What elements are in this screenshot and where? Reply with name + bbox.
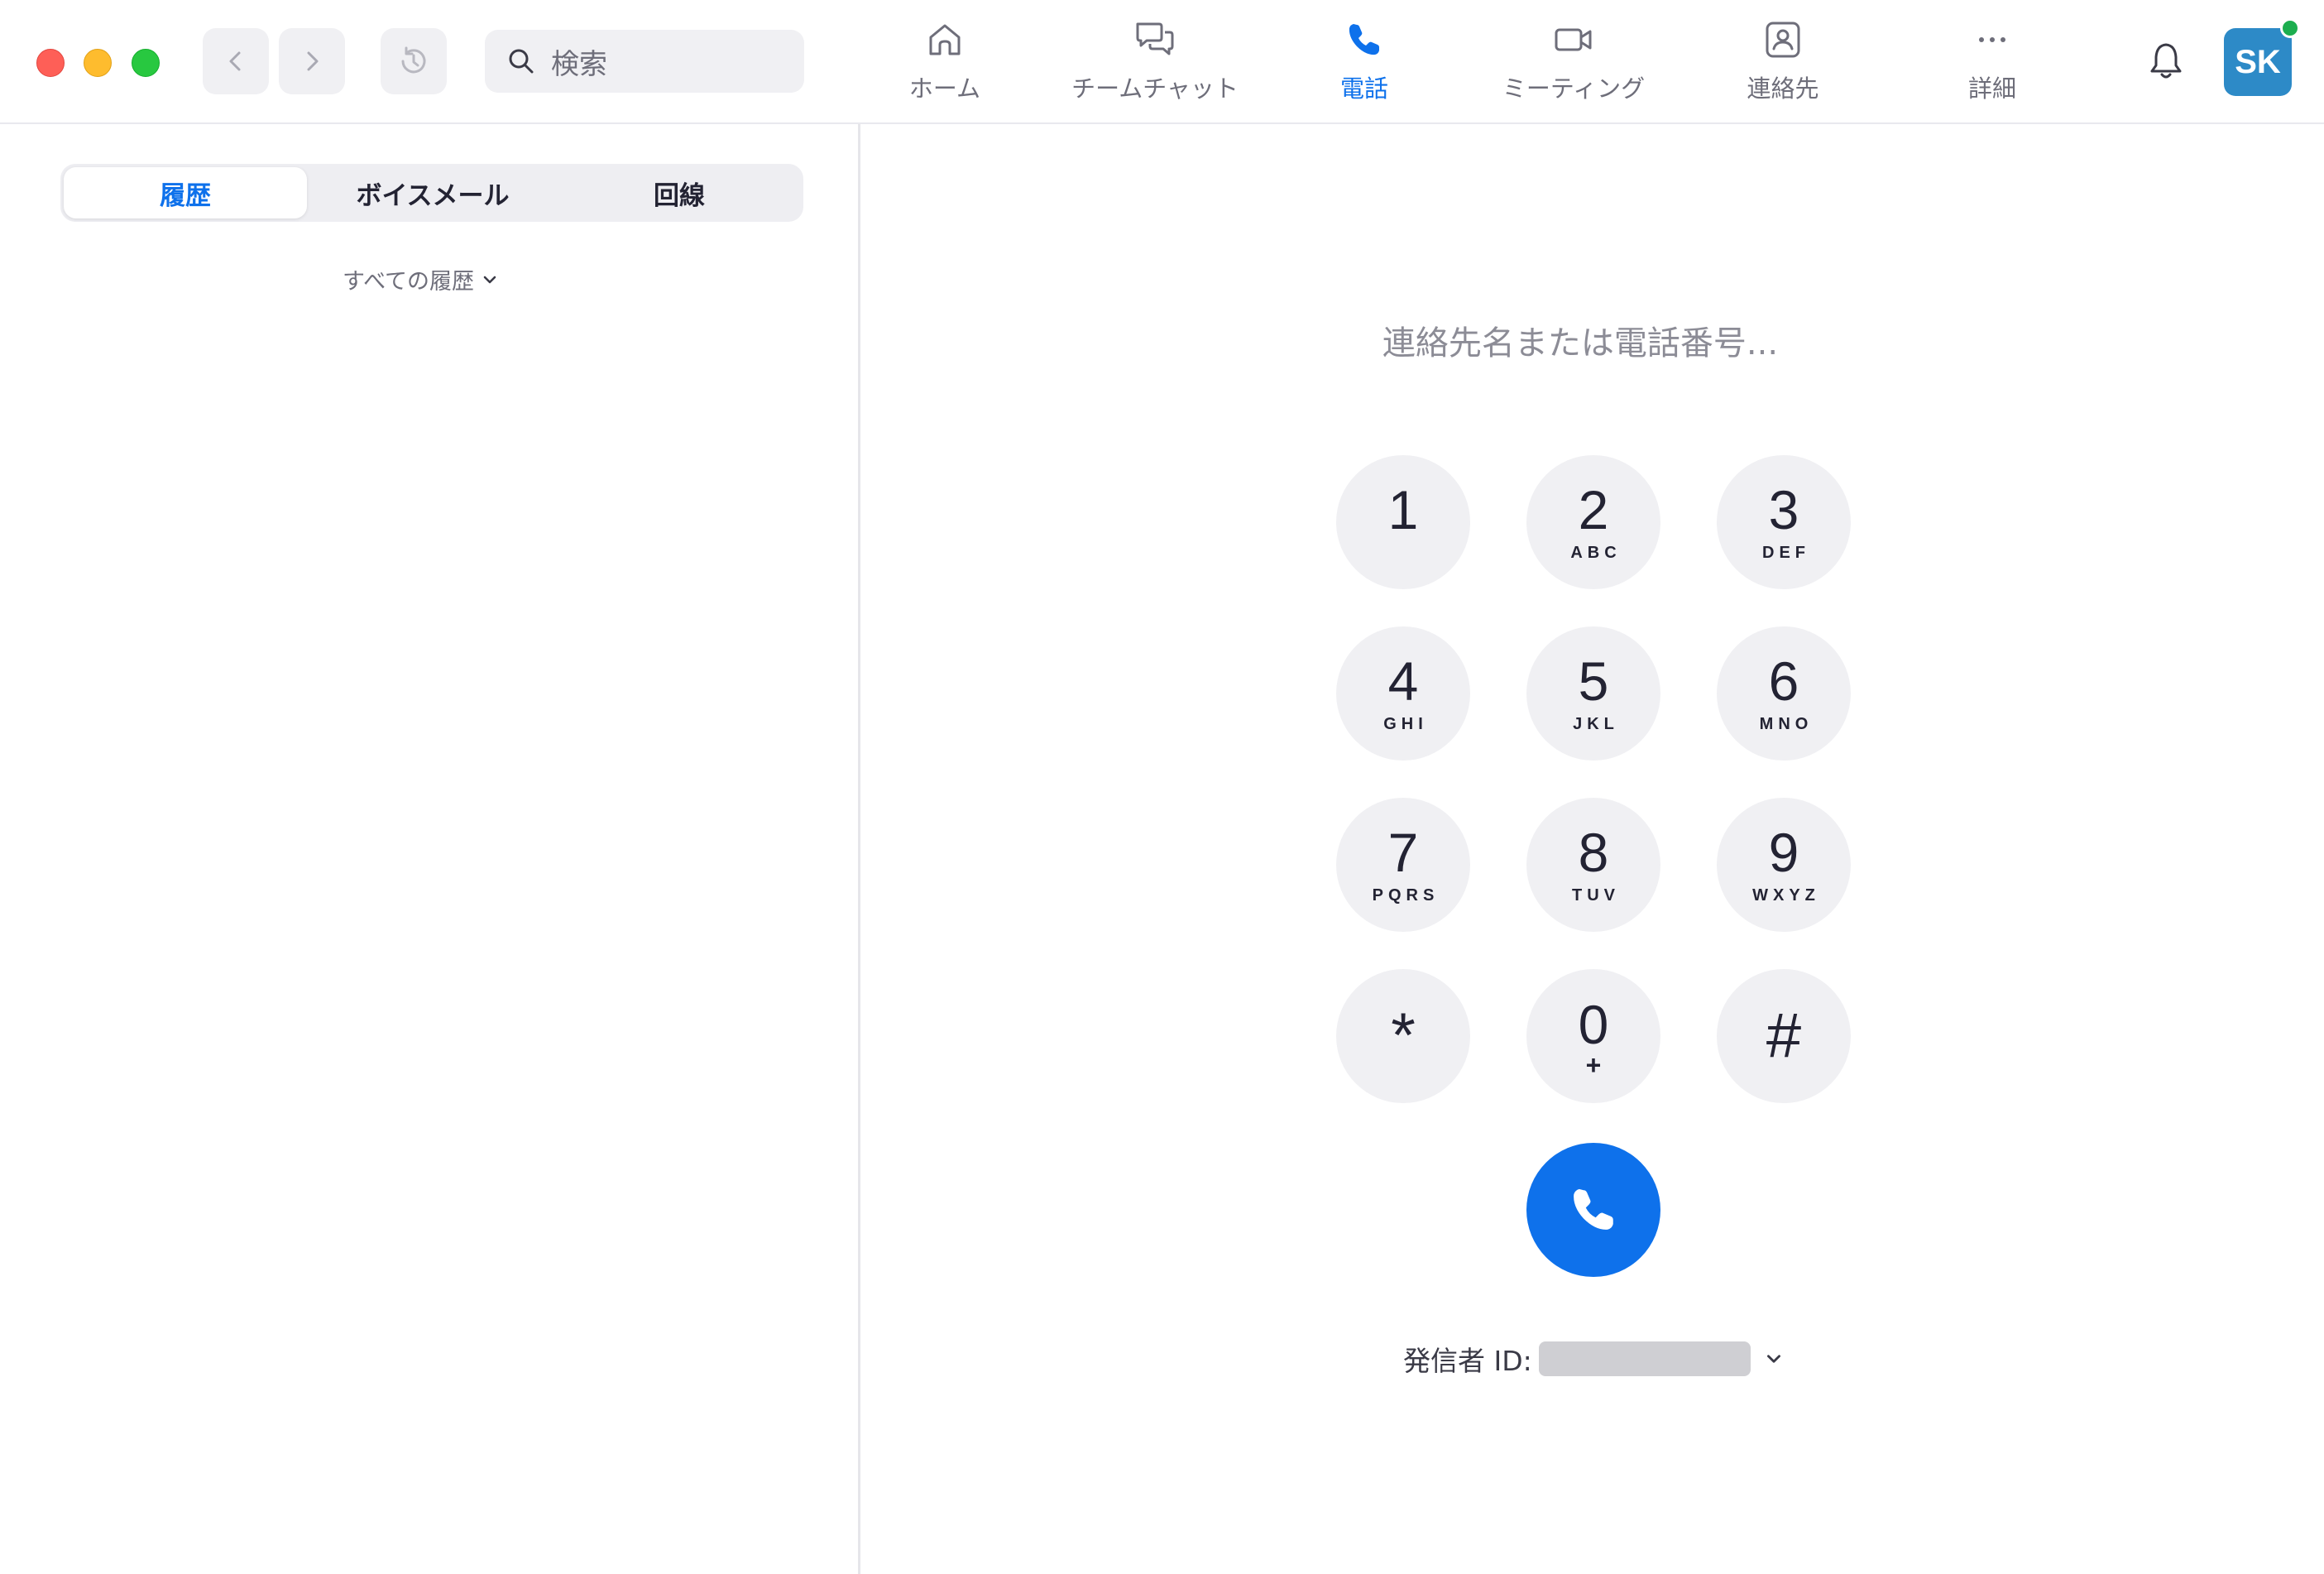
key-letters: GHI — [1383, 715, 1428, 733]
key-digit: 6 — [1768, 650, 1799, 712]
chat-icon — [1132, 17, 1178, 63]
tab-home[interactable]: ホーム — [862, 17, 1028, 109]
key-digit: 9 — [1768, 822, 1799, 883]
tab-contacts[interactable]: 連絡先 — [1700, 17, 1866, 109]
segment-lines[interactable]: 回線 — [558, 167, 800, 218]
key-letters: WXYZ — [1752, 886, 1820, 905]
window-minimize-button[interactable] — [84, 49, 112, 77]
key-letters: + — [1585, 1050, 1602, 1080]
search-input[interactable]: 検索 — [485, 30, 804, 93]
home-icon — [922, 17, 968, 63]
history-button[interactable] — [381, 28, 447, 94]
key-digit: 0 — [1578, 994, 1609, 1055]
caller-id-label: 発信者 ID: — [1403, 1345, 1532, 1377]
segment-history[interactable]: 履歴 — [64, 167, 307, 218]
dial-key-4[interactable]: 4 GHI — [1336, 626, 1470, 761]
key-digit: 7 — [1387, 822, 1419, 883]
dial-number-input[interactable]: 連絡先名または電話番号... — [1291, 316, 1870, 364]
bell-icon — [2150, 43, 2182, 79]
chevron-left-icon — [229, 51, 241, 71]
search-placeholder: 検索 — [551, 47, 607, 81]
dial-key-6[interactable]: 6 MNO — [1717, 626, 1851, 761]
chevron-down-icon — [1766, 1355, 1780, 1363]
key-digit: * — [1391, 1001, 1416, 1071]
key-digit: # — [1766, 1001, 1802, 1071]
key-letters: ABC — [1570, 544, 1622, 562]
tab-phone[interactable]: 電話 — [1282, 17, 1447, 109]
key-digit: 4 — [1387, 650, 1419, 712]
key-digit: 2 — [1578, 479, 1609, 540]
dial-key-7[interactable]: 7 PQRS — [1336, 798, 1470, 932]
tab-label: 電話 — [1339, 74, 1388, 103]
presence-status-indicator — [2280, 18, 2300, 38]
dial-key-hash[interactable]: # — [1717, 969, 1851, 1103]
key-letters: PQRS — [1372, 886, 1440, 905]
tab-label: ホーム — [908, 74, 981, 103]
dial-key-5[interactable]: 5 JKL — [1526, 626, 1660, 761]
avatar-initials: SK — [2235, 43, 2281, 80]
caller-id-value-redacted — [1538, 1341, 1751, 1376]
contacts-icon — [1760, 17, 1806, 63]
segmented-control: 履歴 ボイスメール 回線 — [60, 164, 803, 222]
key-letters: TUV — [1572, 886, 1620, 905]
chevron-down-icon — [483, 276, 496, 283]
notifications-button[interactable] — [2143, 38, 2189, 84]
tab-more[interactable]: 詳細 — [1910, 17, 2075, 109]
key-digit: 3 — [1768, 479, 1799, 540]
phone-icon — [1341, 17, 1387, 63]
tab-team-chat[interactable]: チームチャット — [1071, 17, 1239, 109]
dial-key-3[interactable]: 3 DEF — [1717, 455, 1851, 589]
history-panel: 履歴 ボイスメール 回線 すべての履歴 — [0, 124, 860, 1574]
dial-key-star[interactable]: * — [1336, 969, 1470, 1103]
tab-label: チームチャット — [1071, 74, 1239, 103]
key-letters: MNO — [1759, 715, 1814, 733]
dial-key-8[interactable]: 8 TUV — [1526, 798, 1660, 932]
key-digit: 5 — [1578, 650, 1609, 712]
key-letters: JKL — [1573, 715, 1619, 733]
tab-label: ミーティング — [1502, 74, 1646, 103]
window-close-button[interactable] — [36, 49, 65, 77]
back-button[interactable] — [203, 28, 269, 94]
key-letters: DEF — [1762, 544, 1810, 562]
segment-voicemail[interactable]: ボイスメール — [310, 167, 555, 218]
tab-label: 詳細 — [1967, 74, 2016, 103]
forward-button[interactable] — [279, 28, 345, 94]
video-icon — [1550, 17, 1597, 63]
dial-key-9[interactable]: 9 WXYZ — [1717, 798, 1851, 932]
tab-label: 連絡先 — [1747, 74, 1819, 103]
call-button[interactable] — [1526, 1143, 1660, 1277]
more-icon — [1969, 17, 2015, 63]
dial-key-0[interactable]: 0 + — [1526, 969, 1660, 1103]
key-letters — [1401, 544, 1406, 562]
history-icon — [401, 46, 426, 74]
search-icon — [509, 49, 534, 74]
key-digit: 1 — [1387, 479, 1419, 540]
dial-key-1[interactable]: 1 — [1336, 455, 1470, 589]
top-bar: 検索 ホーム チームチャット 電話 ミーティング 連絡先 詳細 SK — [0, 0, 2324, 124]
caller-id-selector[interactable]: 発信者 ID: — [1403, 1339, 1784, 1379]
dial-key-2[interactable]: 2 ABC — [1526, 455, 1660, 589]
window-maximize-button[interactable] — [132, 49, 160, 77]
history-filter-dropdown[interactable]: すべての履歴 — [343, 263, 499, 295]
chevron-right-icon — [307, 51, 319, 71]
tab-meetings[interactable]: ミーティング — [1491, 17, 1656, 109]
key-digit: 8 — [1578, 822, 1609, 883]
phone-icon — [1574, 1188, 1613, 1230]
history-filter-label: すべての履歴 — [343, 269, 475, 295]
avatar[interactable]: SK — [2224, 28, 2292, 96]
